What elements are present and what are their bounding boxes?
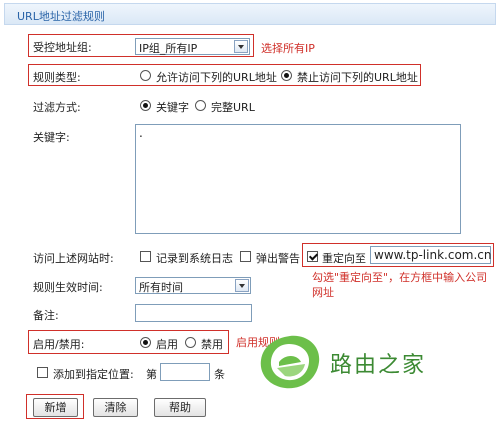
watermark-text: 路由之家 xyxy=(330,353,427,378)
alert-checkbox[interactable] xyxy=(240,251,251,262)
filter-full-url-label: 完整URL xyxy=(211,101,255,114)
filter-keyword-label: 关键字 xyxy=(156,101,189,114)
chevron-down-icon[interactable] xyxy=(234,40,248,53)
rule-type-allow-label: 允许访问下列的URL地址 xyxy=(156,71,277,84)
rule-type-block-radio[interactable] xyxy=(281,70,292,81)
log-label: 记录到系统日志 xyxy=(156,252,233,265)
visit-action-label: 访问上述网站时: xyxy=(33,252,114,265)
rule-type-allow-radio[interactable] xyxy=(140,70,151,81)
position-checkbox[interactable] xyxy=(37,367,48,378)
filter-full-url-radio[interactable] xyxy=(195,100,206,111)
host-group-annotation: 选择所有IP xyxy=(261,42,315,55)
disable-radio[interactable] xyxy=(185,337,196,348)
leaf-logo-icon xyxy=(260,335,320,389)
rule-type-block-label: 禁止访问下列的URL地址 xyxy=(297,71,418,84)
redirect-annotation: 勾选"重定向至"，在方框中输入公司网址 xyxy=(312,271,488,299)
host-group-value: IP组_所有IP xyxy=(139,42,198,55)
filter-keyword-radio[interactable] xyxy=(140,100,151,111)
enable-radio-label: 启用 xyxy=(156,338,178,351)
remark-input[interactable] xyxy=(135,304,252,322)
redirect-label: 重定向至 xyxy=(322,252,366,265)
disable-radio-label: 禁用 xyxy=(201,338,223,351)
panel-header: URL地址过滤规则 xyxy=(4,3,496,25)
position-suffix: 条 xyxy=(214,368,225,381)
alert-label: 弹出警告 xyxy=(256,252,300,265)
remark-label: 备注: xyxy=(33,309,59,322)
panel-title: URL地址过滤规则 xyxy=(17,10,105,23)
enable-radio[interactable] xyxy=(140,337,151,348)
log-checkbox[interactable] xyxy=(140,251,151,262)
keyword-textarea[interactable]: . xyxy=(135,124,461,234)
effective-time-select[interactable]: 所有时间 xyxy=(135,277,251,294)
effective-time-value: 所有时间 xyxy=(139,281,183,294)
chevron-down-icon[interactable] xyxy=(235,279,249,292)
redirect-checkbox[interactable] xyxy=(307,251,318,262)
redirect-url-input[interactable]: www.tp-link.com.cn xyxy=(370,246,492,264)
keyword-value: . xyxy=(139,126,143,140)
host-group-select[interactable]: IP组_所有IP xyxy=(135,38,250,55)
keyword-label: 关键字: xyxy=(33,131,70,144)
clear-button[interactable]: 清除 xyxy=(93,398,138,417)
rule-type-label: 规则类型: xyxy=(33,71,81,84)
position-label: 添加到指定位置: xyxy=(53,368,134,381)
effective-time-label: 规则生效时间: xyxy=(33,281,103,294)
position-prefix: 第 xyxy=(146,368,157,381)
filter-method-label: 过滤方式: xyxy=(33,101,81,114)
help-button[interactable]: 帮助 xyxy=(154,398,206,417)
enable-label: 启用/禁用: xyxy=(33,338,85,351)
host-group-label: 受控地址组: xyxy=(33,41,92,54)
position-input[interactable] xyxy=(160,363,210,381)
redirect-url-value: www.tp-link.com.cn xyxy=(374,248,492,262)
add-button[interactable]: 新增 xyxy=(33,398,78,417)
